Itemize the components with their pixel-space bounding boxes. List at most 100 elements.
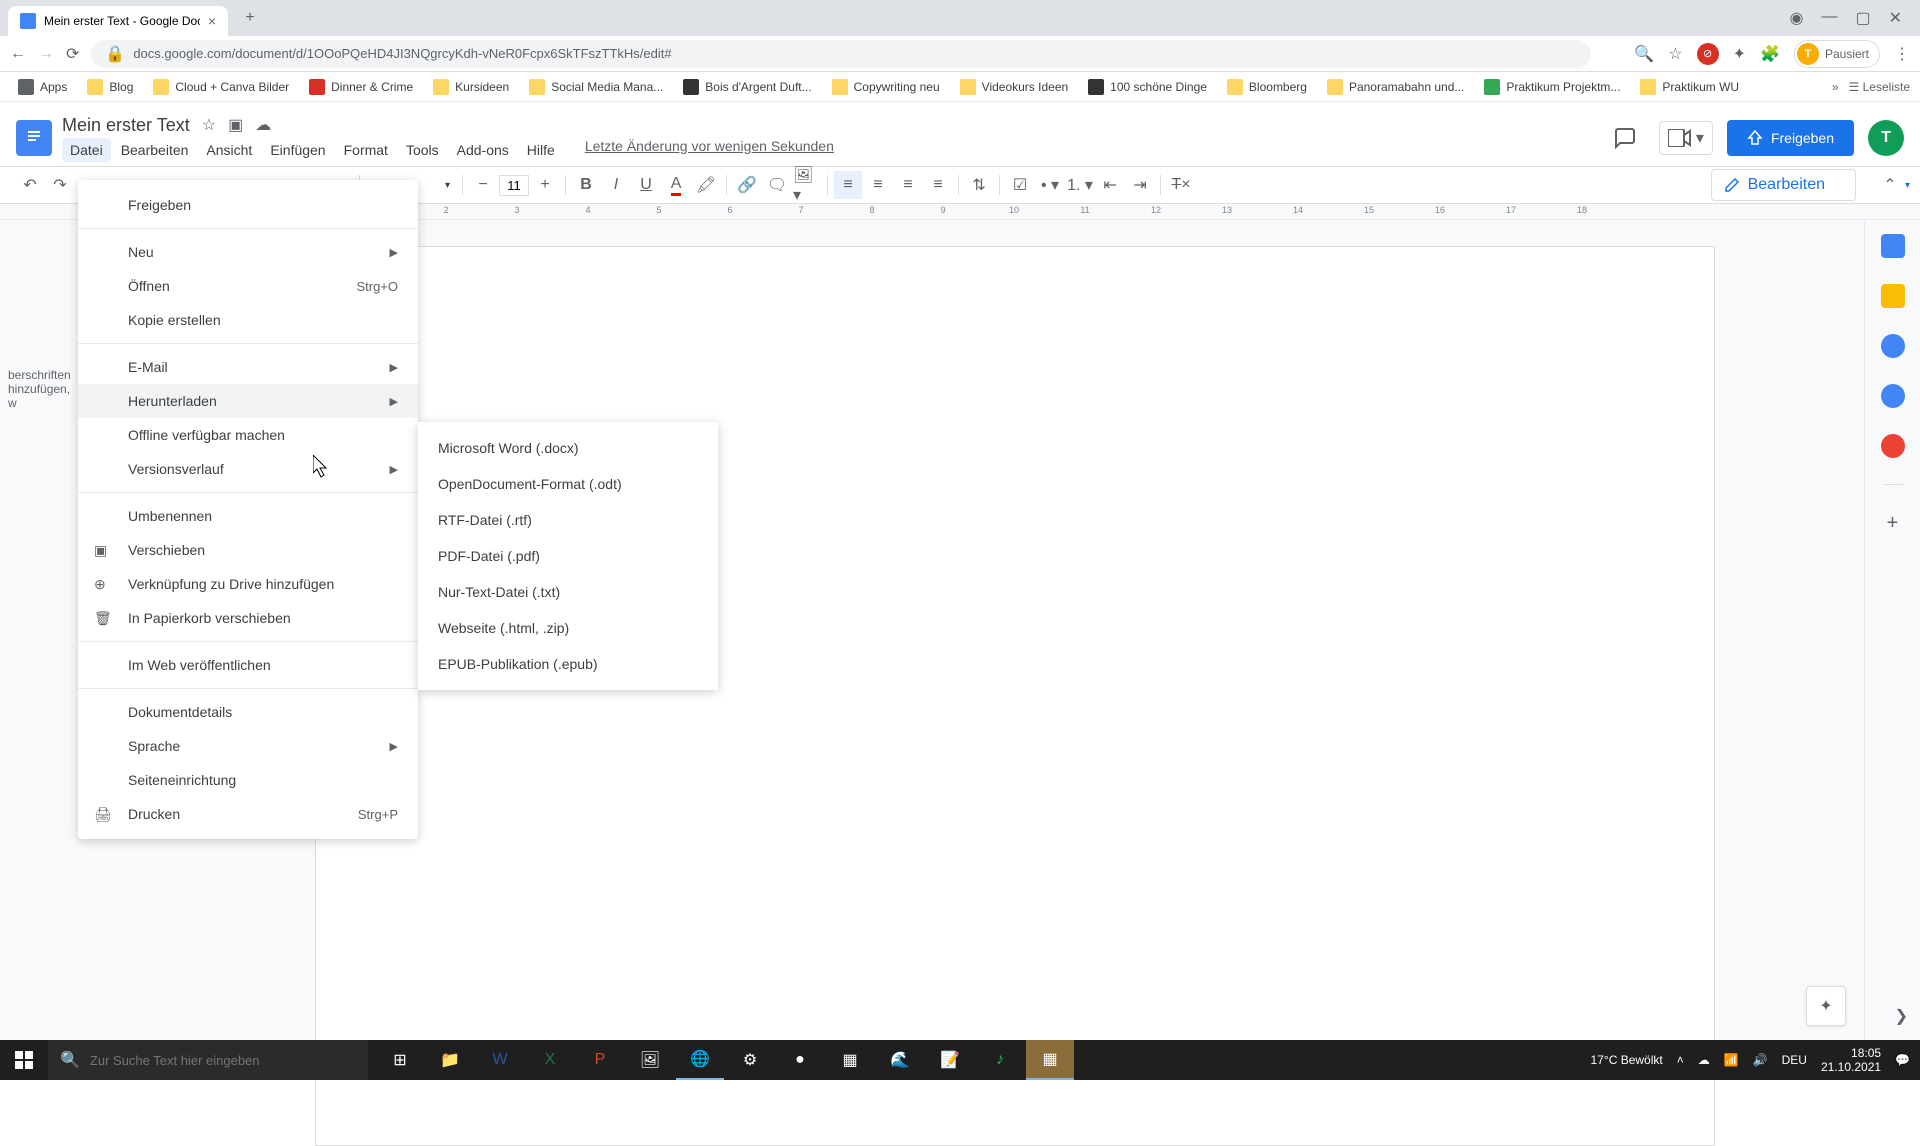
share-button[interactable]: Freigeben [1727, 120, 1854, 156]
comment-icon[interactable]: 🗨 [763, 171, 791, 199]
overflow-icon[interactable]: » [1832, 80, 1839, 94]
menu-shortcut-drive[interactable]: ⊕Verknüpfung zu Drive hinzufügen [78, 567, 418, 601]
excel-icon[interactable]: X [526, 1040, 574, 1080]
bookmark[interactable]: Cloud + Canva Bilder [145, 75, 297, 99]
app-icon[interactable]: ▦ [1026, 1040, 1074, 1080]
forward-icon[interactable]: → [38, 45, 54, 63]
font-size-increase[interactable]: + [531, 171, 559, 199]
back-icon[interactable]: ← [10, 45, 26, 63]
star-icon[interactable]: ☆ [1668, 44, 1682, 64]
reading-list[interactable]: ☰ Leseliste [1849, 80, 1910, 94]
word-icon[interactable]: W [476, 1040, 524, 1080]
edit-mode-button[interactable]: Bearbeiten ▾ [1711, 169, 1856, 201]
volume-icon[interactable]: 🔊 [1753, 1053, 1768, 1067]
chrome-icon[interactable]: 🌐 [676, 1040, 724, 1080]
menu-email[interactable]: E-Mail▶ [78, 350, 418, 384]
menu-addons[interactable]: Add-ons [449, 138, 517, 162]
align-right-icon[interactable]: ≡ [894, 171, 922, 199]
bullet-list-icon[interactable]: • ▾ [1036, 171, 1064, 199]
puzzle-icon[interactable]: 🧩 [1760, 44, 1780, 64]
last-edit[interactable]: Letzte Änderung vor wenigen Sekunden [585, 138, 834, 162]
page-next-icon[interactable]: ❯ [1895, 1006, 1908, 1026]
bookmark[interactable]: Dinner & Crime [301, 75, 421, 99]
menu-print[interactable]: 🖨DruckenStrg+P [78, 797, 418, 831]
taskbar-search[interactable]: 🔍 [48, 1040, 368, 1080]
weather[interactable]: 17°C Bewölkt [1591, 1053, 1663, 1067]
indent-decrease-icon[interactable]: ⇤ [1096, 171, 1124, 199]
numbered-list-icon[interactable]: 1. ▾ [1066, 171, 1094, 199]
notifications-icon[interactable]: 💬 [1895, 1053, 1910, 1067]
align-justify-icon[interactable]: ≡ [924, 171, 952, 199]
menu-move[interactable]: ▣Verschieben [78, 533, 418, 567]
tray-chevron-icon[interactable]: ˄ [1677, 1053, 1684, 1067]
start-button[interactable] [0, 1040, 48, 1080]
docs-logo-icon[interactable] [16, 120, 52, 156]
onedrive-icon[interactable]: ☁ [1698, 1053, 1710, 1067]
checklist-icon[interactable]: ☑ [1006, 171, 1034, 199]
bookmark[interactable]: Panoramabahn und... [1319, 75, 1472, 99]
close-icon[interactable]: × [208, 13, 216, 29]
download-odt[interactable]: OpenDocument-Format (.odt) [418, 466, 718, 502]
maps-icon[interactable] [1881, 434, 1905, 458]
maximize-icon[interactable]: ▢ [1855, 8, 1870, 28]
menu-einfugen[interactable]: Einfügen [262, 138, 333, 162]
menu-details[interactable]: Dokumentdetails [78, 695, 418, 729]
edge-icon[interactable]: 🌊 [876, 1040, 924, 1080]
download-txt[interactable]: Nur-Text-Datei (.txt) [418, 574, 718, 610]
redo-icon[interactable]: ↷ [46, 171, 74, 199]
explore-button[interactable]: ✦ [1806, 986, 1846, 1026]
zoom-icon[interactable]: 🔍 [1634, 44, 1654, 64]
bookmark[interactable]: Kursideen [425, 75, 517, 99]
undo-icon[interactable]: ↶ [16, 171, 44, 199]
cloud-icon[interactable]: ☁ [255, 115, 271, 135]
add-on-icon[interactable]: + [1881, 511, 1905, 535]
menu-versions[interactable]: Versionsverlauf▶ [78, 452, 418, 486]
bookmark[interactable]: 100 schöne Dinge [1080, 75, 1215, 99]
download-rtf[interactable]: RTF-Datei (.rtf) [418, 502, 718, 538]
underline-icon[interactable]: U [632, 171, 660, 199]
menu-bearbeiten[interactable]: Bearbeiten [113, 138, 197, 162]
explorer-icon[interactable]: 📁 [426, 1040, 474, 1080]
collapse-icon[interactable]: ⌃ [1876, 171, 1904, 199]
menu-page-setup[interactable]: Seiteneinrichtung [78, 763, 418, 797]
menu-ansicht[interactable]: Ansicht [198, 138, 260, 162]
bookmark[interactable]: Social Media Mana... [521, 75, 671, 99]
menu-hilfe[interactable]: Hilfe [519, 138, 563, 162]
browser-tab[interactable]: Mein erster Text - Google Docs × [8, 6, 228, 36]
text-color-icon[interactable]: A [662, 171, 690, 199]
record-icon[interactable]: ◉ [1790, 8, 1804, 28]
menu-offline[interactable]: Offline verfügbar machen [78, 418, 418, 452]
tasks-icon[interactable] [1881, 334, 1905, 358]
indent-increase-icon[interactable]: ⇥ [1126, 171, 1154, 199]
photos-icon[interactable]: 🖼 [626, 1040, 674, 1080]
align-left-icon[interactable]: ≡ [834, 171, 862, 199]
spotify-icon[interactable]: ♪ [976, 1040, 1024, 1080]
apps-bookmark[interactable]: Apps [10, 75, 75, 99]
close-window-icon[interactable]: ✕ [1889, 8, 1902, 28]
calendar-icon[interactable] [1881, 234, 1905, 258]
italic-icon[interactable]: I [602, 171, 630, 199]
menu-share[interactable]: Freigeben [78, 188, 418, 222]
minimize-icon[interactable]: — [1821, 8, 1837, 28]
app-icon[interactable]: ▦ [826, 1040, 874, 1080]
adblock-icon[interactable]: ⊘ [1697, 43, 1719, 65]
font-size-input[interactable]: 11 [499, 175, 529, 196]
bookmark[interactable]: Copywriting neu [824, 75, 948, 99]
download-pdf[interactable]: PDF-Datei (.pdf) [418, 538, 718, 574]
chrome-menu-icon[interactable]: ⋮ [1894, 44, 1910, 64]
align-center-icon[interactable]: ≡ [864, 171, 892, 199]
clock[interactable]: 18:05 21.10.2021 [1821, 1046, 1881, 1075]
contacts-icon[interactable] [1881, 384, 1905, 408]
menu-open[interactable]: ÖffnenStrg+O [78, 269, 418, 303]
bookmark[interactable]: Bois d'Argent Duft... [675, 75, 819, 99]
menu-tools[interactable]: Tools [398, 138, 447, 162]
move-icon[interactable]: ▣ [228, 115, 243, 135]
search-input[interactable] [90, 1053, 356, 1068]
clear-format-icon[interactable]: T× [1167, 171, 1195, 199]
menu-format[interactable]: Format [336, 138, 396, 162]
highlight-icon[interactable]: 🖍 [692, 171, 720, 199]
font-size-decrease[interactable]: − [469, 171, 497, 199]
wifi-icon[interactable]: 📶 [1724, 1053, 1739, 1067]
line-spacing-icon[interactable]: ⇅ [965, 171, 993, 199]
menu-datei[interactable]: Datei [62, 138, 111, 162]
